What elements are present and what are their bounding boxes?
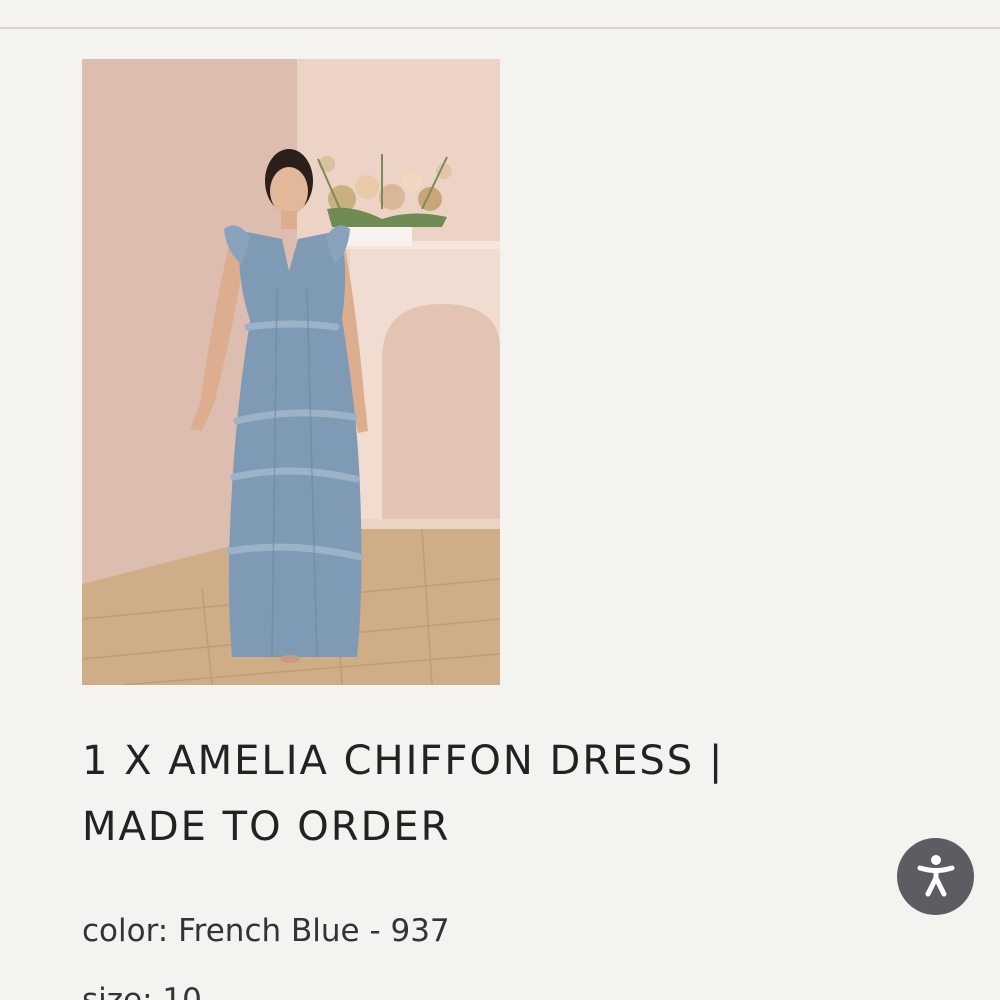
product-image bbox=[82, 59, 500, 685]
header-divider bbox=[0, 27, 1000, 29]
product-title: 1 X AMELIA CHIFFON DRESS | MADE TO ORDER bbox=[82, 728, 882, 860]
product-size-option: size: 10 bbox=[82, 982, 202, 1000]
product-title-line-1: 1 X AMELIA CHIFFON DRESS | bbox=[82, 738, 725, 784]
product-color-option: color: French Blue - 937 bbox=[82, 913, 450, 949]
accessibility-button[interactable] bbox=[897, 838, 974, 915]
accessibility-person-icon bbox=[912, 851, 960, 903]
product-title-line-2: MADE TO ORDER bbox=[82, 804, 451, 850]
order-item-page: 1 X AMELIA CHIFFON DRESS | MADE TO ORDER… bbox=[0, 0, 1000, 1000]
